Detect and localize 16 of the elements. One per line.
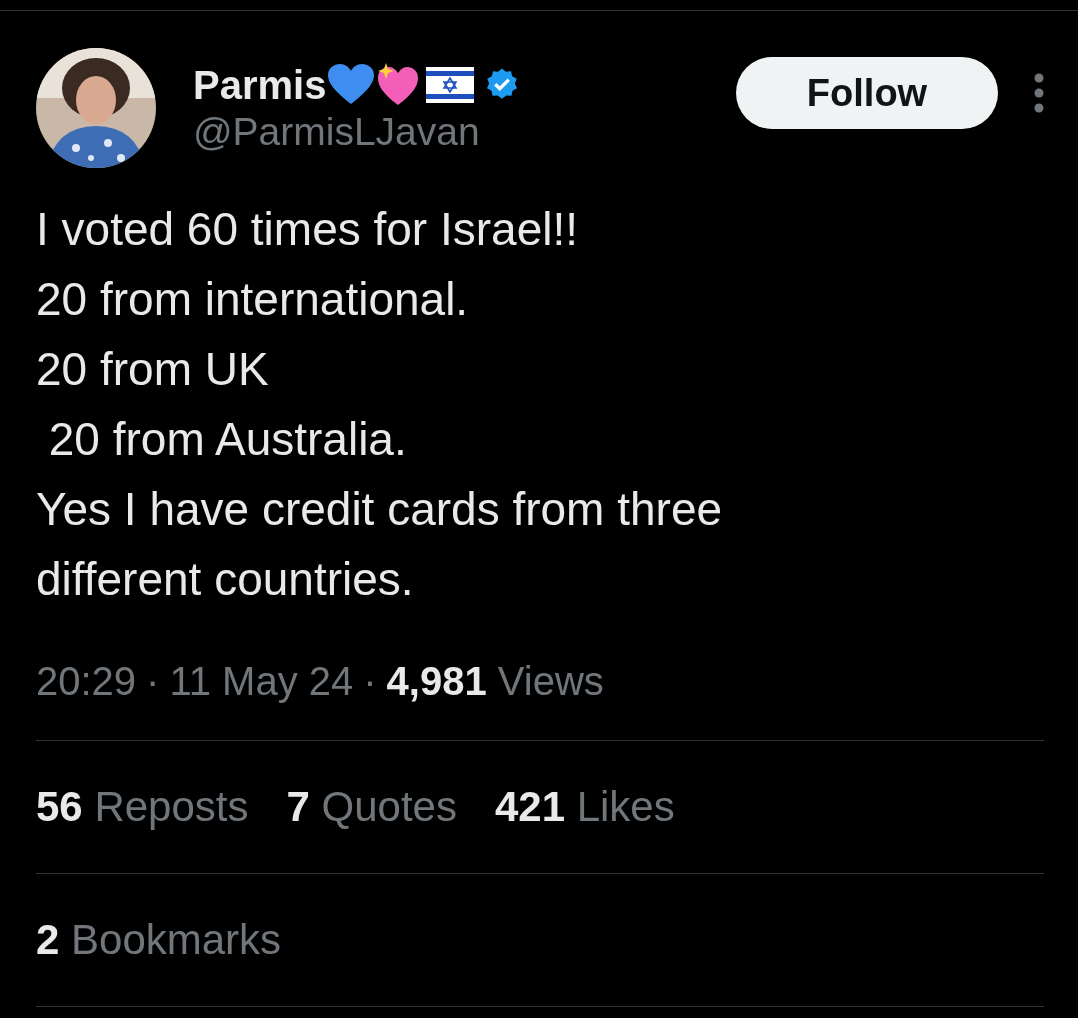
username[interactable]: @ParmisLJavan — [193, 109, 736, 154]
engagement-stat[interactable]: 56 Reposts — [36, 783, 249, 831]
more-options-icon[interactable] — [1034, 73, 1044, 113]
separator-dot: · — [146, 658, 160, 704]
post-date[interactable]: 11 May 24 — [169, 658, 354, 704]
engagement-stat[interactable]: 421 Likes — [494, 783, 675, 831]
flag-icon — [426, 67, 475, 103]
engagement-stat[interactable]: 7 Quotes — [286, 783, 457, 831]
follow-button[interactable]: Follow — [736, 57, 998, 129]
bookmarks-stat[interactable]: 2 Bookmarks — [36, 916, 282, 964]
views-count: 4,981 Views — [386, 658, 604, 704]
separator-dot: · — [363, 658, 377, 704]
post-time[interactable]: 20:29 — [36, 658, 137, 704]
tweet-text: I voted 60 times for Israel!! 20 from international. 20 from UK 20 from Australia. Yes I have credit cards from three different countries. — [36, 202, 724, 607]
heart-icon — [328, 64, 375, 106]
display-name[interactable]: Parmis — [193, 62, 327, 108]
